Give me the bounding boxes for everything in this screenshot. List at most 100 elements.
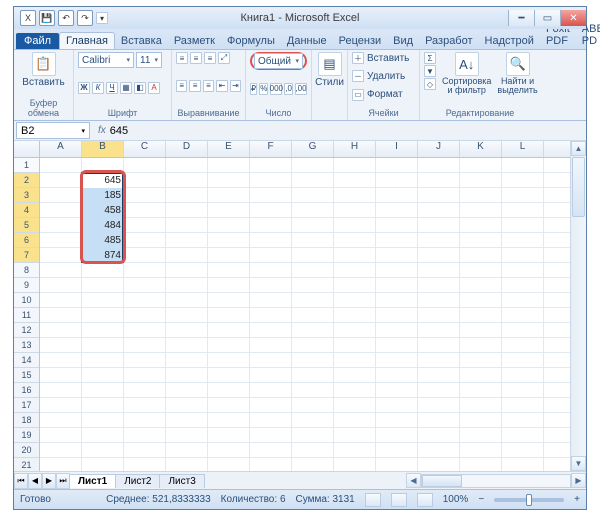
zoom-in-icon[interactable]: + (574, 494, 580, 505)
name-box[interactable]: B2 ▾ (16, 122, 90, 139)
fill-color-button[interactable]: ◧ (134, 82, 146, 94)
zoom-value[interactable]: 100% (443, 494, 469, 505)
tab-addins[interactable]: Надстрой (479, 33, 540, 49)
view-normal-icon[interactable] (365, 493, 381, 507)
autosum-icon[interactable]: Σ (424, 52, 436, 64)
col-header[interactable]: K (460, 141, 502, 157)
row-header[interactable]: 1 (14, 158, 39, 173)
scroll-up-icon[interactable]: ▲ (571, 141, 586, 156)
inc-decimal-icon[interactable]: ,0 (284, 83, 293, 95)
scroll-thumb[interactable] (572, 157, 585, 217)
italic-button[interactable]: К (92, 82, 104, 94)
indent-inc-icon[interactable]: ⇥ (230, 80, 241, 92)
col-header[interactable]: H (334, 141, 376, 157)
col-header[interactable]: D (166, 141, 208, 157)
cell-b4[interactable]: 458 (82, 203, 124, 218)
fx-icon[interactable]: fx (98, 125, 106, 136)
delete-cell-icon[interactable]: － (352, 70, 364, 82)
col-header[interactable]: L (502, 141, 544, 157)
align-top-icon[interactable]: ≡ (176, 52, 188, 64)
zoom-slider[interactable] (494, 498, 564, 502)
scroll-down-icon[interactable]: ▼ (571, 456, 586, 471)
indent-dec-icon[interactable]: ⇤ (216, 80, 227, 92)
comma-icon[interactable]: 000 (270, 83, 282, 95)
number-format-combo[interactable]: Общий▾ (254, 53, 303, 69)
scroll-thumb[interactable] (422, 475, 462, 487)
qat-dropdown-icon[interactable]: ▾ (96, 12, 108, 24)
row-header[interactable]: 18 (14, 413, 39, 428)
insert-cell-icon[interactable]: ＋ (352, 52, 364, 64)
row-header[interactable]: 12 (14, 323, 39, 338)
horizontal-scrollbar[interactable]: ◀ ▶ (406, 473, 586, 488)
scroll-left-icon[interactable]: ◀ (406, 473, 421, 488)
tab-review[interactable]: Рецензи (333, 33, 388, 49)
zoom-out-icon[interactable]: − (478, 494, 484, 505)
sheet-tab[interactable]: Лист1 (69, 474, 116, 488)
percent-icon[interactable]: % (259, 83, 268, 95)
currency-icon[interactable]: ₽ (250, 83, 257, 95)
fill-icon[interactable]: ▼ (424, 65, 436, 77)
tab-nav-first-icon[interactable]: ⏮ (14, 473, 28, 489)
tab-nav-last-icon[interactable]: ⏭ (56, 473, 70, 489)
col-header[interactable]: B (82, 141, 124, 157)
close-button[interactable]: ✕ (560, 10, 586, 26)
formula-value[interactable]: 645 (110, 125, 128, 137)
redo-icon[interactable]: ↷ (77, 10, 93, 26)
sort-filter-button[interactable]: A↓ Сортировка и фильтр (442, 52, 491, 95)
col-header[interactable]: F (250, 141, 292, 157)
row-header[interactable]: 6 (14, 233, 39, 248)
align-bottom-icon[interactable]: ≡ (204, 52, 216, 64)
find-select-button[interactable]: 🔍 Найти и выделить (497, 52, 537, 95)
sheet-tab[interactable]: Лист3 (159, 474, 204, 488)
font-name-combo[interactable]: Calibri▾ (78, 52, 134, 68)
view-layout-icon[interactable] (391, 493, 407, 507)
vertical-scrollbar[interactable]: ▲ ▼ (570, 141, 586, 471)
orientation-icon[interactable]: ⤢ (218, 52, 230, 64)
tab-layout[interactable]: Разметк (168, 33, 221, 49)
cell-grid[interactable]: 645 185 458 484 485 874 (40, 158, 570, 471)
row-header[interactable]: 20 (14, 443, 39, 458)
tab-nav-prev-icon[interactable]: ◀ (28, 473, 42, 489)
tab-file[interactable]: Файл (16, 33, 59, 49)
zoom-knob[interactable] (526, 494, 532, 506)
underline-button[interactable]: Ч (106, 82, 118, 94)
row-header[interactable]: 4 (14, 203, 39, 218)
col-header[interactable]: E (208, 141, 250, 157)
align-left-icon[interactable]: ≡ (176, 80, 187, 92)
col-header[interactable]: J (418, 141, 460, 157)
align-center-icon[interactable]: ≡ (189, 80, 200, 92)
col-header[interactable]: A (40, 141, 82, 157)
row-header[interactable]: 16 (14, 383, 39, 398)
paste-button[interactable]: 📋 Вставить (18, 52, 69, 88)
tab-formulas[interactable]: Формулы (221, 33, 281, 49)
tab-home[interactable]: Главная (59, 32, 115, 49)
view-break-icon[interactable] (417, 493, 433, 507)
row-header[interactable]: 5 (14, 218, 39, 233)
row-header[interactable]: 15 (14, 368, 39, 383)
font-color-button[interactable]: A (148, 82, 160, 94)
insert-label[interactable]: Вставить (367, 53, 409, 64)
tab-dev[interactable]: Разработ (419, 33, 478, 49)
minimize-button[interactable]: ━ (508, 10, 534, 26)
row-header[interactable]: 21 (14, 458, 39, 471)
cell-b6[interactable]: 485 (82, 233, 124, 248)
row-header[interactable]: 3 (14, 188, 39, 203)
tab-nav-next-icon[interactable]: ▶ (42, 473, 56, 489)
row-header[interactable]: 9 (14, 278, 39, 293)
format-label[interactable]: Формат (367, 89, 403, 100)
row-header[interactable]: 17 (14, 398, 39, 413)
tab-data[interactable]: Данные (281, 33, 333, 49)
undo-icon[interactable]: ↶ (58, 10, 74, 26)
select-all-corner[interactable] (14, 141, 40, 157)
row-header[interactable]: 2 (14, 173, 39, 188)
border-button[interactable]: ▦ (120, 82, 132, 94)
row-header[interactable]: 10 (14, 293, 39, 308)
save-icon[interactable]: 💾 (39, 10, 55, 26)
tab-view[interactable]: Вид (387, 33, 419, 49)
clear-icon[interactable]: ◇ (424, 78, 436, 90)
row-header[interactable]: 7 (14, 248, 39, 263)
row-header[interactable]: 14 (14, 353, 39, 368)
format-cell-icon[interactable]: ▭ (352, 89, 364, 101)
font-size-combo[interactable]: 11▾ (136, 52, 162, 68)
cell-b2[interactable]: 645 (82, 173, 124, 188)
